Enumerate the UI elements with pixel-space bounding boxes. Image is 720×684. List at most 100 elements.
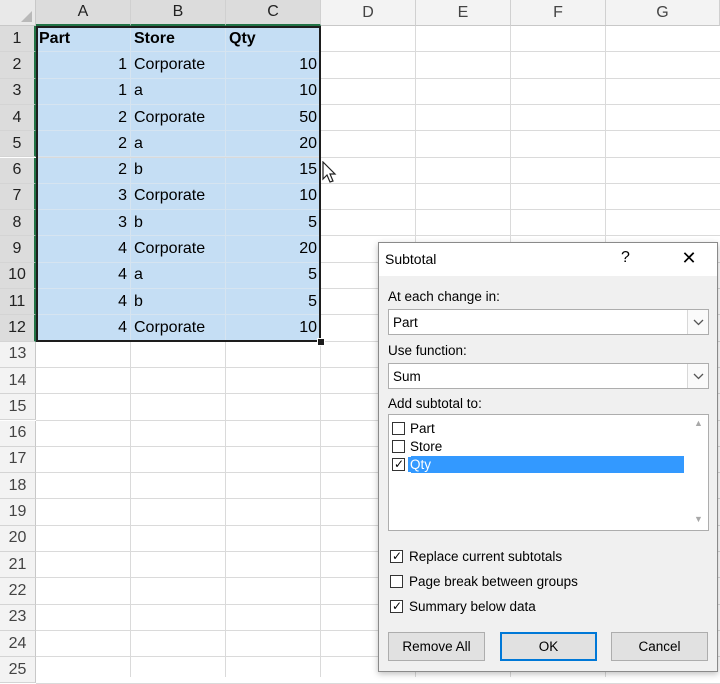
cell-store[interactable]: Corporate — [131, 236, 226, 263]
cell-qty[interactable]: 10 — [226, 315, 321, 342]
column-header-f[interactable]: F — [511, 0, 606, 26]
cell-qty[interactable]: 10 — [226, 52, 321, 79]
cell-part[interactable]: 4 — [36, 262, 131, 289]
cell-store[interactable]: Corporate — [131, 52, 226, 79]
cell-part[interactable]: 3 — [36, 210, 131, 237]
cell-part[interactable]: 4 — [36, 236, 131, 263]
row-header[interactable]: 20 — [0, 525, 36, 552]
row-header[interactable]: 16 — [0, 420, 36, 447]
row-header[interactable]: 10 — [0, 262, 36, 289]
cell-store[interactable]: Corporate — [131, 315, 226, 342]
cell-qty[interactable]: 15 — [226, 157, 321, 184]
list-item-store[interactable]: Store — [392, 438, 444, 455]
cell-qty[interactable]: 10 — [226, 183, 321, 211]
cell-qty[interactable]: 50 — [226, 104, 321, 132]
chevron-down-icon[interactable] — [687, 364, 708, 388]
column-header-b[interactable]: B — [131, 0, 226, 26]
cell-store[interactable]: a — [131, 262, 226, 289]
cell-qty[interactable]: 20 — [226, 236, 321, 263]
cell-part[interactable]: 2 — [36, 104, 131, 132]
row-header[interactable]: 12 — [0, 315, 36, 342]
cell-part[interactable]: 2 — [36, 157, 131, 184]
option-replace-current[interactable]: ✓ Replace current subtotals — [390, 547, 562, 565]
cancel-button[interactable]: Cancel — [611, 632, 708, 661]
cell-store[interactable]: Corporate — [131, 183, 226, 211]
cell-qty[interactable]: 5 — [226, 262, 321, 289]
list-item-qty[interactable]: ✓ Qty — [392, 456, 434, 473]
selected-row-highlight — [411, 456, 684, 473]
row-header[interactable]: 25 — [0, 657, 36, 684]
row-header[interactable]: 21 — [0, 552, 36, 579]
cell-qty[interactable]: 20 — [226, 131, 321, 158]
scroll-up-icon[interactable]: ▲ — [694, 418, 703, 428]
row-header[interactable]: 6 — [0, 157, 36, 184]
use-function-label: Use function: — [388, 343, 467, 358]
header-store[interactable]: Store — [131, 26, 226, 53]
cell-part[interactable]: 2 — [36, 131, 131, 158]
list-scrollbar[interactable]: ▲ ▼ — [690, 415, 708, 530]
cell-part[interactable]: 3 — [36, 183, 131, 211]
row-header[interactable]: 2 — [0, 52, 36, 79]
row-header[interactable]: 15 — [0, 394, 36, 421]
use-function-select[interactable]: Sum — [388, 363, 709, 389]
row-header[interactable]: 23 — [0, 604, 36, 631]
column-header-d[interactable]: D — [321, 0, 416, 26]
row-header[interactable]: 3 — [0, 78, 36, 105]
row-header[interactable]: 8 — [0, 210, 36, 237]
cell-store[interactable]: b — [131, 289, 226, 316]
row-header[interactable]: 4 — [0, 104, 36, 132]
option-page-break[interactable]: Page break between groups — [390, 572, 578, 590]
store-checkbox[interactable] — [392, 440, 405, 453]
cell-qty[interactable]: 5 — [226, 210, 321, 237]
header-part[interactable]: Part — [36, 26, 131, 53]
cell-qty[interactable]: 5 — [226, 289, 321, 316]
row-header[interactable]: 22 — [0, 578, 36, 605]
row-header[interactable]: 24 — [0, 630, 36, 658]
select-all-corner[interactable] — [0, 0, 36, 26]
row-header[interactable]: 13 — [0, 341, 36, 368]
row-header[interactable]: 17 — [0, 446, 36, 474]
add-subtotal-list[interactable]: Part Store ✓ Qty ▲ ▼ — [388, 414, 709, 531]
remove-all-button[interactable]: Remove All — [388, 632, 485, 661]
list-item-part[interactable]: Part — [392, 420, 437, 437]
row-header[interactable]: 14 — [0, 367, 36, 395]
cell-store[interactable]: a — [131, 131, 226, 158]
row-header[interactable]: 9 — [0, 236, 36, 263]
at-each-change-select[interactable]: Part — [388, 309, 709, 335]
row-header[interactable]: 18 — [0, 473, 36, 500]
scroll-down-icon[interactable]: ▼ — [694, 514, 703, 524]
column-header-a[interactable]: A — [36, 0, 131, 26]
cell-part[interactable]: 4 — [36, 315, 131, 342]
ok-button[interactable]: OK — [500, 632, 597, 661]
row-header[interactable]: 5 — [0, 131, 36, 158]
cell-qty[interactable]: 10 — [226, 78, 321, 105]
row-header[interactable]: 1 — [0, 26, 36, 53]
add-subtotal-label: Add subtotal to: — [388, 396, 482, 411]
replace-current-checkbox[interactable]: ✓ — [390, 549, 403, 563]
row-header[interactable]: 19 — [0, 499, 36, 526]
cell-part[interactable]: 4 — [36, 289, 131, 316]
cell-store[interactable]: a — [131, 78, 226, 105]
help-button[interactable]: ? — [621, 249, 630, 267]
header-qty[interactable]: Qty — [226, 26, 321, 53]
column-header-c[interactable]: C — [226, 0, 321, 26]
close-icon[interactable]: ✕ — [677, 247, 701, 269]
cell-part[interactable]: 1 — [36, 52, 131, 79]
chevron-down-icon[interactable] — [687, 310, 708, 334]
page-break-checkbox[interactable] — [390, 574, 403, 588]
option-label: Summary below data — [409, 598, 536, 614]
subtotal-dialog: Subtotal ? ✕ At each change in: Part Use… — [378, 242, 718, 672]
option-summary-below[interactable]: ✓ Summary below data — [390, 597, 536, 615]
summary-below-checkbox[interactable]: ✓ — [390, 599, 403, 613]
cell-store[interactable]: b — [131, 157, 226, 184]
part-checkbox[interactable] — [392, 422, 405, 435]
row-header[interactable]: 11 — [0, 289, 36, 316]
column-header-g[interactable]: G — [606, 0, 720, 26]
qty-checkbox[interactable]: ✓ — [392, 457, 405, 471]
row-header[interactable]: 7 — [0, 183, 36, 211]
cell-store[interactable]: b — [131, 210, 226, 237]
column-header-e[interactable]: E — [416, 0, 511, 26]
cell-store[interactable]: Corporate — [131, 104, 226, 132]
fill-handle[interactable] — [317, 338, 325, 346]
cell-part[interactable]: 1 — [36, 78, 131, 105]
